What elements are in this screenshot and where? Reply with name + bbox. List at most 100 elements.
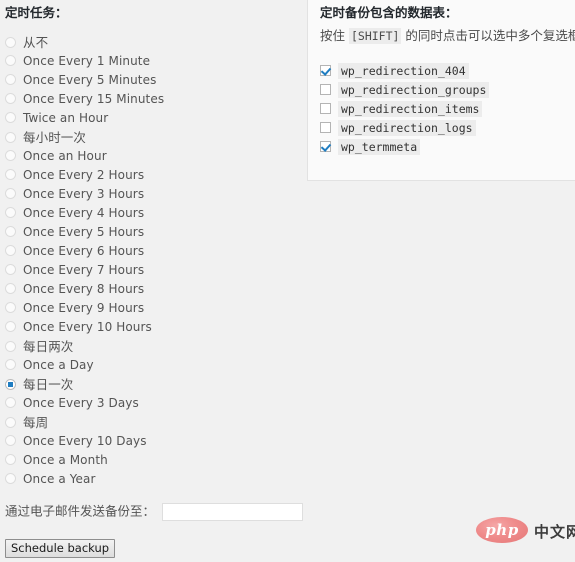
schedule-option-23[interactable]: Once a Year [0,470,300,489]
table-row[interactable]: wp_redirection_404 [320,62,489,81]
schedule-option-9[interactable]: Once Every 4 Hours [0,204,300,223]
radio-unselected-icon[interactable] [5,188,16,199]
shift-key-badge: [SHIFT] [348,28,402,44]
radio-unselected-icon[interactable] [5,283,16,294]
schedule-option-16[interactable]: 每日两次 [0,337,300,356]
radio-unselected-icon[interactable] [5,341,16,352]
schedule-option-21[interactable]: Once Every 10 Days [0,432,300,451]
radio-unselected-icon[interactable] [5,454,16,465]
schedule-option-label: Once Every 1 Minute [23,54,151,68]
schedule-option-label: Once Every 2 Hours [23,168,145,182]
radio-unselected-icon[interactable] [5,321,16,332]
schedule-option-7[interactable]: Once Every 2 Hours [0,166,300,185]
hint-text-before: 按住 [320,28,349,43]
table-name-label: wp_redirection_groups [338,82,490,98]
schedule-option-22[interactable]: Once a Month [0,451,300,470]
schedule-option-19[interactable]: Once Every 3 Days [0,394,300,413]
schedule-option-label: Once Every 3 Hours [23,187,145,201]
radio-selected-icon[interactable] [5,379,16,390]
radio-unselected-icon[interactable] [5,93,16,104]
radio-unselected-icon[interactable] [5,74,16,85]
checkbox-unchecked-icon[interactable] [320,103,331,114]
table-name-label: wp_redirection_404 [338,63,469,79]
schedule-option-label: Once Every 6 Hours [23,244,145,258]
radio-unselected-icon[interactable] [5,264,16,275]
schedule-option-label: Once Every 5 Hours [23,225,145,239]
email-label: 通过电子邮件发送备份至： [5,503,156,519]
radio-unselected-icon[interactable] [5,112,16,123]
schedule-option-12[interactable]: Once Every 7 Hours [0,261,300,280]
checkbox-unchecked-icon[interactable] [320,122,331,133]
radio-unselected-icon[interactable] [5,132,16,143]
tables-panel: 定时备份包含的数据表： 按住 [SHIFT] 的同时点击可以选中多个复选框 wp… [307,0,575,181]
email-input[interactable] [162,502,304,521]
radio-unselected-icon[interactable] [5,302,16,313]
watermark-site-name: 中文网 [534,523,575,541]
schedule-option-18[interactable]: 每日一次 [0,375,300,394]
schedule-option-label: Twice an Hour [23,111,109,125]
radio-unselected-icon[interactable] [5,473,16,484]
schedule-option-11[interactable]: Once Every 6 Hours [0,242,300,261]
schedule-option-label: 从不 [23,35,49,50]
schedule-column: 定时任务： 从不 Once Every 1 Minute Once Every 5 … [0,0,304,562]
schedule-option-label: Once a Year [23,472,96,486]
schedule-option-label: Once Every 3 Days [23,396,139,410]
schedule-option-17[interactable]: Once a Day [0,356,300,375]
schedule-option-label: Once Every 15 Minutes [23,92,165,106]
schedule-option-label: Once Every 10 Days [23,434,147,448]
schedule-option-1[interactable]: Once Every 1 Minute [0,52,300,71]
radio-unselected-icon[interactable] [5,207,16,218]
schedule-backup-button[interactable]: Schedule backup [5,539,116,558]
table-name-label: wp_redirection_logs [338,120,476,136]
radio-unselected-icon[interactable] [5,397,16,408]
schedule-option-label: Once Every 8 Hours [23,282,145,296]
table-row[interactable]: wp_termmeta [320,138,489,157]
schedule-option-label: 每日一次 [23,377,74,392]
radio-unselected-icon[interactable] [5,359,16,370]
radio-unselected-icon[interactable] [5,150,16,161]
schedule-option-5[interactable]: 每小时一次 [0,128,300,147]
schedule-option-15[interactable]: Once Every 10 Hours [0,318,300,337]
table-name-label: wp_redirection_items [338,101,483,117]
schedule-option-2[interactable]: Once Every 5 Minutes [0,71,300,90]
php-watermark: php 中文网 [476,511,575,547]
email-row: 通过电子邮件发送备份至： [5,500,304,522]
table-row[interactable]: wp_redirection_items [320,100,489,119]
table-name-label: wp_termmeta [338,139,421,155]
radio-unselected-icon[interactable] [5,37,16,48]
radio-unselected-icon[interactable] [5,435,16,446]
schedule-option-4[interactable]: Twice an Hour [0,109,300,128]
shift-multiselect-hint: 按住 [SHIFT] 的同时点击可以选中多个复选框 [320,25,575,44]
schedule-radio-group[interactable]: 从不 Once Every 1 Minute Once Every 5 Minute… [0,33,300,489]
schedule-option-14[interactable]: Once Every 9 Hours [0,299,300,318]
checkbox-checked-icon[interactable] [320,65,331,76]
tables-checkbox-group[interactable]: wp_redirection_404 wp_redirection_groupsw… [320,62,490,157]
php-logo-text: php [485,521,519,539]
radio-unselected-icon[interactable] [5,245,16,256]
schedule-option-label: Once Every 4 Hours [23,206,145,220]
checkbox-unchecked-icon[interactable] [320,84,331,95]
tables-section-heading: 定时备份包含的数据表： [320,5,458,20]
schedule-option-label: Once an Hour [23,149,107,163]
schedule-option-label: Once a Day [23,358,94,372]
schedule-option-8[interactable]: Once Every 3 Hours [0,185,300,204]
schedule-option-label: Once Every 10 Hours [23,320,152,334]
radio-unselected-icon[interactable] [5,169,16,180]
schedule-option-20[interactable]: 每周 [0,413,300,432]
schedule-option-0[interactable]: 从不 [0,33,300,52]
table-row[interactable]: wp_redirection_logs [320,119,489,138]
schedule-option-label: Once Every 7 Hours [23,263,145,277]
radio-unselected-icon[interactable] [5,226,16,237]
radio-unselected-icon[interactable] [5,417,16,428]
schedule-option-6[interactable]: Once an Hour [0,147,300,166]
schedule-option-10[interactable]: Once Every 5 Hours [0,223,300,242]
hint-text-after: 的同时点击可以选中多个复选框 [401,28,575,43]
radio-unselected-icon[interactable] [5,55,16,66]
schedule-section-heading: 定时任务： [5,5,68,20]
schedule-option-label: 每小时一次 [23,130,87,145]
schedule-option-label: Once Every 9 Hours [23,301,145,315]
schedule-option-13[interactable]: Once Every 8 Hours [0,280,300,299]
checkbox-checked-icon[interactable] [320,141,331,152]
table-row[interactable]: wp_redirection_groups [320,81,490,100]
schedule-option-3[interactable]: Once Every 15 Minutes [0,90,300,109]
